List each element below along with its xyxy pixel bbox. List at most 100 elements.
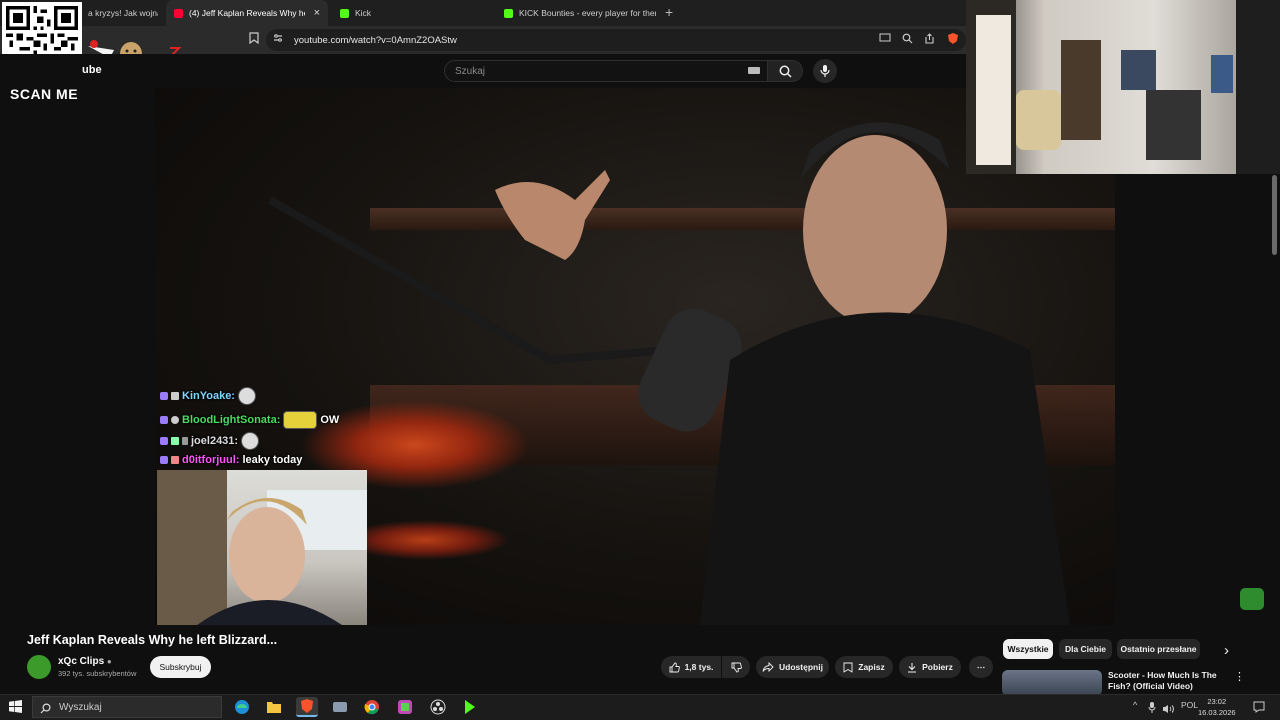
tray-overflow-icon[interactable]: ^ [1133, 700, 1137, 710]
thumbs-up-icon [669, 662, 680, 672]
frog-emote-icon [1240, 588, 1264, 610]
share-button[interactable]: Udostępnij [756, 656, 829, 678]
clock-time: 23:02 [1207, 697, 1227, 706]
thumbs-down-icon [731, 662, 742, 672]
share-label: Udostępnij [779, 662, 823, 672]
trollface-emote-icon [241, 432, 260, 450]
tab-youtube-video[interactable]: (4) Jeff Kaplan Reveals Why he le × [166, 0, 328, 26]
sub-badge-icon [160, 456, 168, 464]
tab-kick[interactable]: Kick [332, 0, 492, 26]
chat-username: d0itforjuul: [182, 454, 240, 466]
youtube-logo[interactable]: ube [82, 64, 102, 76]
site-info-icon[interactable] [273, 33, 283, 43]
youtube-favicon-icon [174, 8, 183, 18]
edge-app-icon[interactable] [231, 697, 253, 717]
emote-icon [283, 411, 318, 429]
kick-favicon-icon [504, 8, 513, 18]
obs-app-icon[interactable] [427, 697, 449, 717]
taskbar-search-placeholder: Wyszukaj [59, 701, 102, 713]
subscribe-button[interactable]: Subskrybuj [150, 656, 211, 678]
verified-icon: ● [106, 657, 112, 666]
kick-favicon-icon [340, 8, 349, 18]
volume-icon[interactable] [1162, 701, 1174, 719]
language-indicator[interactable]: POL [1181, 700, 1198, 710]
sub-badge-icon [160, 416, 168, 424]
video-frame-hand [495, 170, 610, 260]
microphone-icon [820, 65, 830, 77]
tab-kick-bounties[interactable]: KICK Bounties - every player for them [496, 0, 656, 26]
taskbar-search-input[interactable]: Wyszukaj [32, 696, 222, 718]
video-frame-person [700, 122, 1070, 625]
app-icon[interactable] [329, 697, 351, 717]
clock-date: 16.03.2026 [1198, 708, 1236, 717]
brave-shields-icon[interactable] [946, 31, 960, 45]
page-scrollbar[interactable] [1272, 175, 1277, 255]
voice-search-button[interactable] [813, 59, 837, 83]
new-tab-button[interactable]: + [665, 4, 673, 20]
tab-label: a kryzys! Jak wojna [88, 8, 158, 18]
microphone-icon[interactable] [1148, 700, 1156, 718]
search-button[interactable] [767, 60, 803, 82]
keyboard-icon[interactable] [748, 67, 760, 74]
recommended-video-title[interactable]: Scooter - How Much Is The Fish? (Officia… [1108, 670, 1223, 692]
more-icon: ⋯ [976, 661, 986, 672]
badge-icon [171, 437, 179, 445]
tab-news[interactable]: a kryzys! Jak wojna [80, 0, 158, 26]
cast-icon[interactable] [878, 31, 892, 45]
system-clock[interactable]: 23:02 16.03.2026 [1198, 696, 1236, 718]
streamer-webcam [157, 470, 367, 625]
search-input[interactable]: Szukaj [444, 60, 768, 82]
scan-me-label: SCAN ME [10, 86, 79, 102]
zoom-icon[interactable] [900, 31, 914, 45]
url-field[interactable]: youtube.com/watch?v=0AmnZ2OAStw [266, 29, 966, 51]
bookmark-icon[interactable] [247, 31, 261, 45]
tab-label: KICK Bounties - every player for them [519, 8, 656, 18]
save-button[interactable]: Zapisz [835, 656, 893, 678]
chip-for-you[interactable]: Dla Ciebie [1059, 639, 1112, 659]
download-icon [908, 662, 917, 672]
recommended-menu-icon[interactable]: ⋮ [1234, 670, 1245, 683]
video-title: Jeff Kaplan Reveals Why he left Blizzard… [27, 633, 278, 647]
chat-message: d0itforjuul: leaky today [160, 454, 302, 466]
close-tab-icon[interactable]: × [314, 7, 320, 19]
download-button[interactable]: Pobierz [899, 656, 961, 678]
like-button[interactable]: 1,8 tys. [661, 656, 721, 678]
chat-message: joel2431: [160, 432, 260, 450]
more-actions-button[interactable]: ⋯ [969, 656, 993, 678]
chat-text: leaky today [242, 454, 303, 466]
like-count: 1,8 tys. [684, 662, 714, 672]
brave-app-icon[interactable] [296, 697, 318, 717]
notifications-icon[interactable] [1253, 700, 1265, 718]
file-explorer-icon[interactable] [263, 697, 285, 717]
chip-all[interactable]: Wszystkie [1003, 639, 1053, 659]
search-icon [40, 701, 51, 719]
chat-username: BloodLightSonata: [182, 414, 281, 426]
search-icon [779, 65, 792, 78]
chip-recently-uploaded[interactable]: Ostatnio przesłane [1117, 639, 1200, 659]
chat-message: BloodLightSonata: OW [160, 411, 339, 429]
badge-icon [182, 437, 188, 445]
app-icon[interactable] [394, 697, 416, 717]
bookmark-icon [843, 662, 853, 673]
chat-username: joel2431: [191, 435, 239, 447]
chrome-app-icon[interactable] [361, 697, 383, 717]
dislike-button[interactable] [722, 656, 750, 678]
save-label: Zapisz [858, 662, 885, 672]
chat-message: KinYoake: [160, 387, 256, 405]
search-placeholder: Szukaj [455, 65, 486, 77]
share-page-icon[interactable] [922, 31, 936, 45]
kick-app-icon[interactable] [459, 697, 481, 717]
sub-badge-icon [160, 392, 168, 400]
chat-text: OW [320, 414, 340, 426]
share-arrow-icon [762, 662, 774, 672]
windows-start-icon[interactable] [9, 700, 22, 718]
subscriber-count: 392 tys. subskrybentów [58, 669, 137, 678]
channel-name[interactable]: xQc Clips ● [58, 656, 112, 667]
channel-avatar[interactable] [27, 655, 51, 679]
trollface-emote-icon [237, 387, 256, 405]
channel-name-text: xQc Clips [58, 656, 105, 667]
chat-username: KinYoake: [182, 390, 235, 402]
recommended-video-thumbnail[interactable] [1002, 670, 1102, 696]
chips-next-icon[interactable]: › [1224, 642, 1229, 659]
room-camera-feed [966, 0, 1280, 174]
